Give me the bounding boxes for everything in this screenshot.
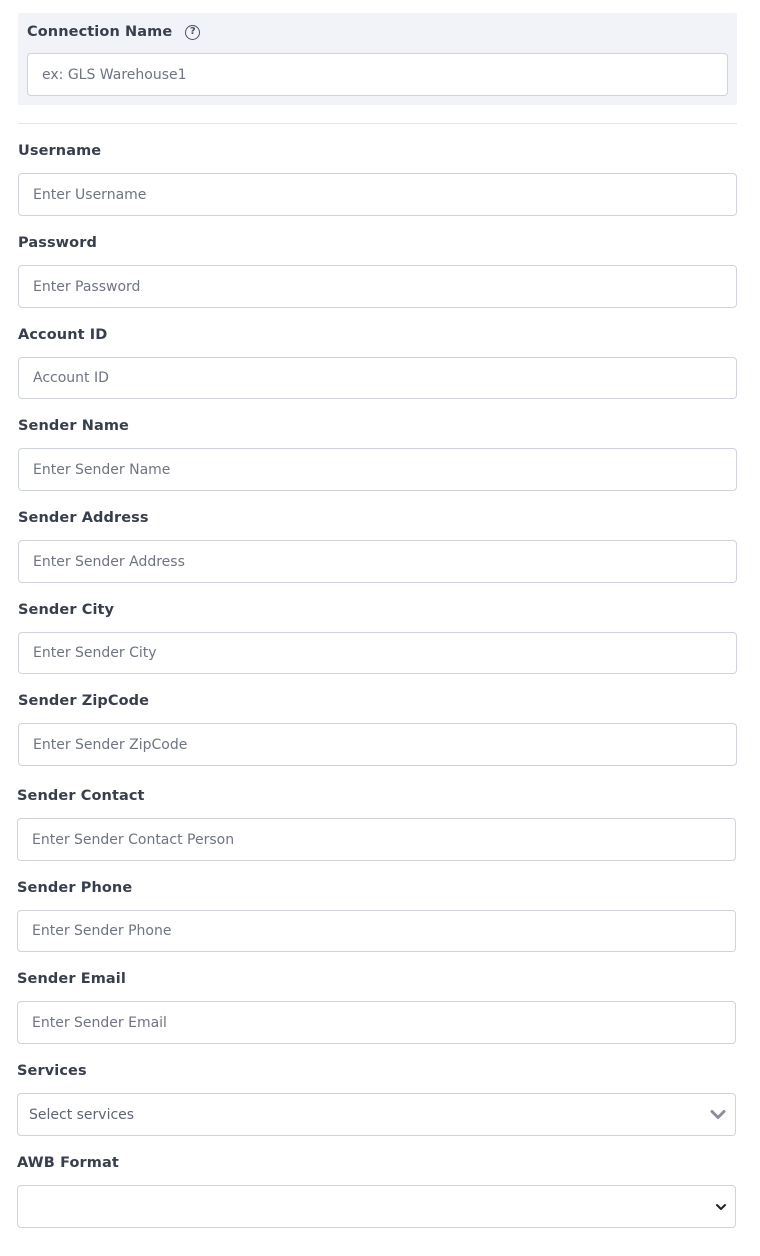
sender-phone-label: Sender Phone <box>17 880 133 896</box>
chevron-down-icon <box>715 1203 727 1211</box>
sender-city-input[interactable] <box>18 632 737 674</box>
account-id-label: Account ID <box>18 327 108 343</box>
connection-name-section: Connection Name ? <box>18 13 737 105</box>
sender-contact-label: Sender Contact <box>17 788 145 804</box>
connection-name-input[interactable] <box>27 53 728 96</box>
username-input[interactable] <box>18 173 737 216</box>
account-id-input[interactable] <box>18 357 737 399</box>
sender-address-label: Sender Address <box>18 510 149 526</box>
connection-name-label: Connection Name <box>27 24 173 40</box>
sender-phone-input[interactable] <box>17 910 736 952</box>
sender-zipcode-label: Sender ZipCode <box>18 693 150 709</box>
password-label: Password <box>18 235 97 251</box>
chevron-down-icon <box>710 1109 726 1120</box>
username-label: Username <box>18 143 102 159</box>
password-input[interactable] <box>18 265 737 308</box>
sender-email-input[interactable] <box>17 1001 736 1044</box>
services-label: Services <box>17 1063 87 1079</box>
sender-name-input[interactable] <box>18 448 737 491</box>
awb-format-select[interactable] <box>17 1185 736 1228</box>
sender-zipcode-input[interactable] <box>18 723 737 766</box>
question-circle-icon[interactable]: ? <box>185 24 201 40</box>
services-select[interactable]: Select services <box>17 1093 736 1136</box>
awb-format-label: AWB Format <box>17 1155 119 1171</box>
section-divider <box>18 123 737 124</box>
sender-email-label: Sender Email <box>17 971 126 987</box>
sender-name-label: Sender Name <box>18 418 129 434</box>
connection-name-label-row: Connection Name ? <box>27 24 201 40</box>
sender-city-label: Sender City <box>18 602 115 618</box>
sender-contact-input[interactable] <box>17 818 736 861</box>
sender-address-input[interactable] <box>18 540 737 583</box>
services-select-placeholder: Select services <box>29 1106 135 1123</box>
